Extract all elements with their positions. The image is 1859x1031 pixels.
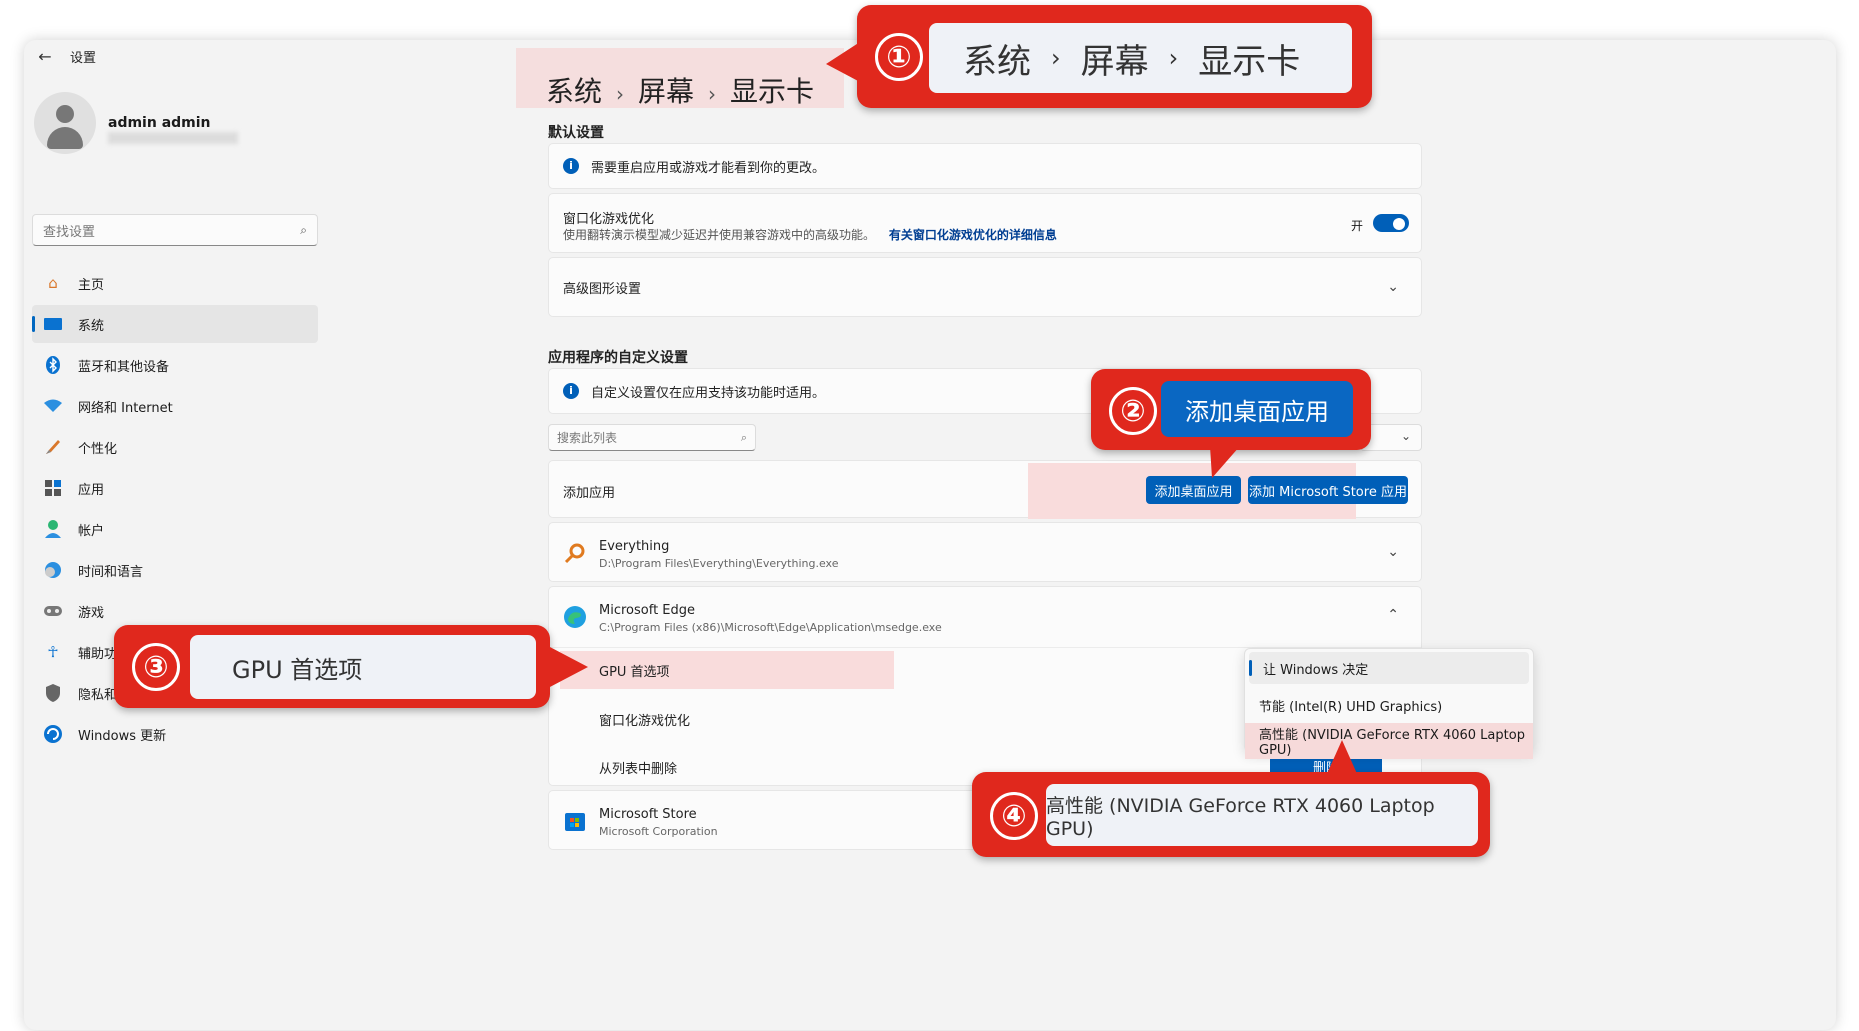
annotation-1: ① 系统 › 屏幕 › 显示卡 (857, 5, 1372, 108)
edge-remove-label: 从列表中删除 (599, 762, 678, 777)
chevron-down-icon: ⌄ (1387, 279, 1399, 295)
store-icon (561, 807, 589, 835)
app-path: C:\Program Files (x86)\Microsoft\Edge\Ap… (599, 621, 942, 634)
breadcrumb-sep: › (616, 82, 625, 106)
annotation-4-number: ④ (990, 792, 1038, 840)
annotation-3-number: ③ (132, 643, 180, 691)
search-icon: ⌕ (740, 430, 747, 444)
annotation-3-pointer (548, 646, 588, 688)
app-path: D:\Program Files\Everything\Everything.e… (599, 557, 839, 570)
gpu-preference-dropdown[interactable]: 让 Windows 决定 节能 (Intel(R) UHD Graphics) … (1244, 648, 1534, 759)
advanced-graphics-card[interactable]: 高级图形设置 ⌄ (548, 257, 1422, 317)
info-icon: i (563, 158, 579, 174)
list-search-input[interactable]: 搜索此列表 ⌕ (548, 424, 756, 451)
chevron-down-icon: ⌄ (1387, 544, 1399, 560)
gpu-option-power-saving[interactable]: 节能 (Intel(R) UHD Graphics) (1245, 687, 1533, 723)
everything-magnifier-icon (561, 539, 589, 567)
chevron-down-icon: ⌄ (1400, 429, 1411, 443)
custom-notice-text: 自定义设置仅在应用支持该功能时适用。 (591, 385, 826, 401)
annotation-1-box: 系统 › 屏幕 › 显示卡 (929, 23, 1352, 93)
annotation-3-box: GPU 首选项 (190, 635, 536, 699)
add-store-app-button[interactable]: 添加 Microsoft Store 应用 (1248, 476, 1408, 504)
annotation-1-pointer (826, 42, 860, 82)
windowed-opt-desc-text: 使用翻转演示模型减少延迟并使用兼容游戏中的高级功能。 (563, 228, 876, 242)
windowed-opt-card: 窗口化游戏优化 使用翻转演示模型减少延迟并使用兼容游戏中的高级功能。 有关窗口化… (548, 193, 1422, 253)
breadcrumb-graphics: 显示卡 (730, 75, 815, 108)
restart-notice-card: i 需要重启应用或游戏才能看到你的更改。 (548, 143, 1422, 189)
app-name: Everything (599, 539, 670, 554)
gpu-option-let-windows[interactable]: 让 Windows 决定 (1249, 652, 1529, 684)
breadcrumb-display[interactable]: 屏幕 (638, 75, 694, 108)
app-row-everything[interactable]: Everything D:\Program Files\Everything\E… (548, 522, 1422, 582)
add-app-label: 添加应用 (563, 486, 616, 501)
advanced-graphics-label: 高级图形设置 (563, 281, 642, 297)
annotation-4: ④ 高性能 (NVIDIA GeForce RTX 4060 Laptop GP… (972, 772, 1490, 857)
app-name: Microsoft Edge (599, 603, 696, 618)
info-icon: i (563, 383, 579, 399)
annotation-4-box: 高性能 (NVIDIA GeForce RTX 4060 Laptop GPU) (1046, 784, 1478, 846)
edge-windowed-label: 窗口化游戏优化 (599, 714, 691, 729)
breadcrumb: 系统 › 屏幕 › 显示卡 (546, 70, 814, 110)
chevron-up-icon[interactable]: ⌃ (1387, 607, 1399, 623)
restart-notice-text: 需要重启应用或游戏才能看到你的更改。 (591, 160, 826, 176)
annotation-1-sep: › (1168, 44, 1179, 72)
annotation-2-pointer (1210, 446, 1240, 478)
default-settings-header: 默认设置 (548, 125, 604, 141)
annotation-1-text: 屏幕 (1080, 41, 1149, 82)
add-desktop-app-button[interactable]: 添加桌面应用 (1146, 476, 1241, 504)
main-content: 系统 › 屏幕 › 显示卡 默认设置 i 需要重启应用或游戏才能看到你的更改。 窗口化游… (0, 0, 1812, 990)
custom-settings-header: 应用程序的自定义设置 (548, 350, 688, 366)
gpu-option-high-performance[interactable]: 高性能 (NVIDIA GeForce RTX 4060 Laptop GPU) (1245, 723, 1533, 759)
toggle-state-label: 开 (1351, 219, 1364, 233)
annotation-1-sep: › (1051, 44, 1061, 72)
windowed-opt-toggle[interactable] (1373, 214, 1409, 232)
annotation-2: ② 添加桌面应用 (1091, 369, 1371, 450)
annotation-4-pointer (1326, 740, 1358, 776)
windowed-opt-link[interactable]: 有关窗口化游戏优化的详细信息 (889, 228, 1057, 242)
annotation-2-number: ② (1109, 387, 1157, 435)
breadcrumb-sep: › (708, 82, 717, 106)
annotation-1-text: 显示卡 (1198, 41, 1301, 82)
breadcrumb-system[interactable]: 系统 (546, 75, 602, 108)
edge-icon (561, 603, 589, 631)
app-name: Microsoft Store (599, 807, 697, 822)
annotation-1-text: 系统 (963, 41, 1031, 82)
gpu-pref-label: GPU 首选项 (599, 665, 670, 680)
list-search-placeholder: 搜索此列表 (557, 431, 618, 445)
annotation-2-box: 添加桌面应用 (1161, 381, 1353, 437)
app-path: Microsoft Corporation (599, 825, 718, 838)
windowed-opt-desc: 使用翻转演示模型减少延迟并使用兼容游戏中的高级功能。 有关窗口化游戏优化的详细信… (563, 226, 1057, 243)
annotation-1-number: ① (875, 33, 923, 81)
windowed-opt-title: 窗口化游戏优化 (563, 212, 655, 227)
annotation-3: ③ GPU 首选项 (114, 625, 550, 708)
